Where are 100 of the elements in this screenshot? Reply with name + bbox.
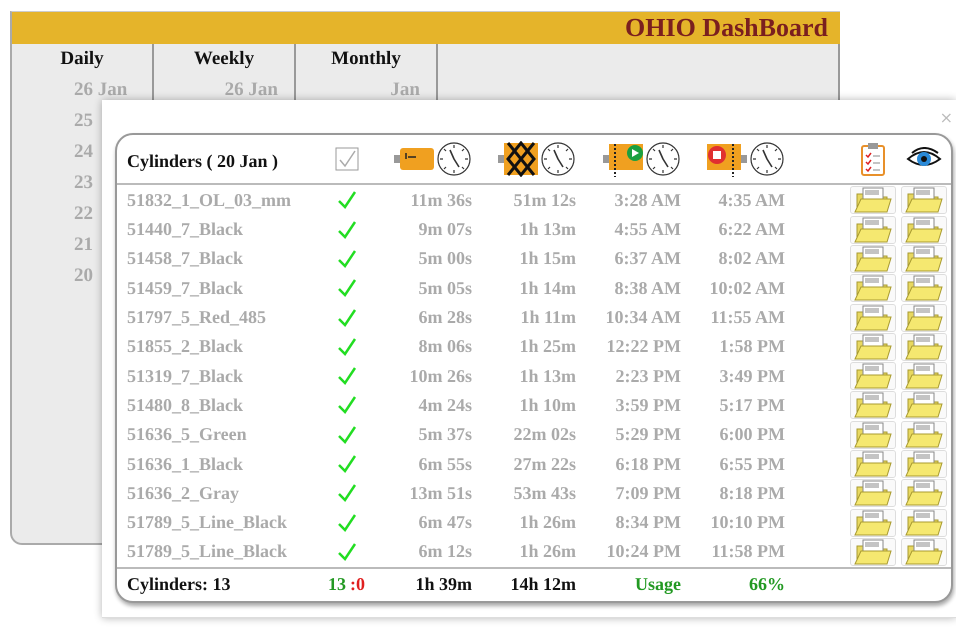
folder-icon <box>853 332 893 361</box>
table-cell-text: 5m 00s <box>418 248 472 270</box>
usage-value: 66% <box>748 574 785 596</box>
table-cell-text: 4:55 AM <box>614 219 681 240</box>
folder-icon <box>904 274 944 302</box>
table-cell-text: 4m 24s <box>418 394 472 416</box>
table-cell-text: 8m 06s <box>418 336 472 358</box>
folder-button[interactable] <box>850 391 896 420</box>
table-cell-text: 1h 14m <box>518 278 576 299</box>
period-heading[interactable]: Weekly <box>154 44 294 74</box>
table-cell-text: 11:58 PM <box>710 541 785 562</box>
table-cell-text: 51480_8_Black <box>127 394 244 416</box>
period-heading[interactable]: Monthly <box>296 44 436 74</box>
folder-button[interactable] <box>850 274 896 302</box>
table-cell-text: 51319_7_Black <box>127 366 244 387</box>
table-cell-text: 10:34 AM <box>604 307 681 328</box>
folder-icon <box>853 186 893 214</box>
folder-button[interactable] <box>850 362 896 390</box>
folder-icon <box>853 274 893 302</box>
folder-icon <box>853 450 893 478</box>
table-cell-text: 4:35 AM <box>718 190 785 211</box>
table-cell-text: 6m 28s <box>418 307 472 328</box>
failed-count: :0 <box>350 574 365 596</box>
table-cell-text: 11:55 AM <box>710 307 785 328</box>
folder-icon <box>853 362 893 390</box>
table-cell-text: 51789_5_Line_Black <box>127 512 288 534</box>
table-cell-text: 51832_1_OL_03_mm <box>127 190 292 211</box>
folder-icon <box>904 420 944 449</box>
folder-button[interactable] <box>901 332 947 361</box>
total-cell-text: 14h 12m <box>509 574 576 596</box>
folder-icon <box>904 216 944 244</box>
table-cell-text: 51797_5_Red_485 <box>127 307 267 328</box>
folder-icon <box>904 508 944 537</box>
folder-button[interactable] <box>850 216 896 244</box>
folder-button[interactable] <box>850 304 896 332</box>
table-cell-text: 6:37 AM <box>614 248 681 270</box>
table-cell-text: 1h 10m <box>518 394 576 416</box>
table-cell-text: 6:18 PM <box>614 454 681 475</box>
folder-button[interactable] <box>901 362 947 390</box>
table-cell-text: 5:17 PM <box>718 394 785 416</box>
table-cell-text: 3:28 AM <box>614 190 681 211</box>
folder-button[interactable] <box>901 304 947 332</box>
table-cell-text: 6m 55s <box>418 454 472 475</box>
folder-icon <box>853 391 893 420</box>
folder-button[interactable] <box>901 274 947 302</box>
table-cell-text: 22m 02s <box>512 424 576 446</box>
folder-icon <box>904 186 944 214</box>
checkbox[interactable] <box>334 146 358 171</box>
table-cell-text: 51636_2_Gray <box>127 482 240 504</box>
usage-label: Usage <box>634 574 681 596</box>
folder-button[interactable] <box>850 450 896 478</box>
folder-icon <box>853 304 893 332</box>
folder-button[interactable] <box>850 538 896 566</box>
table-cell-text: 27m 22s <box>512 454 576 475</box>
table-cell-text: 1h 25m <box>518 336 576 358</box>
folder-button[interactable] <box>850 508 896 537</box>
table-cell-text: 1h 26m <box>518 541 576 562</box>
table-cell-text: 9m 07s <box>418 219 472 240</box>
folder-icon <box>904 332 944 361</box>
folder-button[interactable] <box>901 508 947 537</box>
patterned-cylinder-clock-icon <box>498 140 576 177</box>
folder-icon <box>853 479 893 508</box>
folder-button[interactable] <box>901 538 947 566</box>
table-cell-text: 1h 26m <box>518 512 576 534</box>
table-cell-text: 6m 47s <box>418 512 472 534</box>
cylinder-stop-clock-icon <box>707 140 785 177</box>
table-cell-text: 1h 15m <box>518 248 576 270</box>
period-heading[interactable]: Daily <box>12 44 152 74</box>
folder-button[interactable] <box>850 186 896 214</box>
dashboard-title: OHIO DashBoard <box>625 13 828 43</box>
folder-button[interactable] <box>901 479 947 508</box>
table-cell-text: 1h 11m <box>519 307 576 328</box>
table-cell-text: 51855_2_Black <box>127 336 244 358</box>
folder-button[interactable] <box>901 244 947 273</box>
table-cell-text: 1:58 PM <box>718 336 785 358</box>
table-cell-text: 51440_7_Black <box>127 219 244 240</box>
folder-button[interactable] <box>901 186 947 214</box>
total-cell-text: 1h 39m <box>414 574 472 596</box>
folder-icon <box>904 391 944 420</box>
folder-icon <box>904 304 944 332</box>
folder-button[interactable] <box>850 332 896 361</box>
table-cell-text: 7:09 PM <box>614 482 681 504</box>
table-cell-text: 10:10 PM <box>710 512 785 534</box>
table-cell-text: 5m 37s <box>418 424 472 446</box>
folder-icon <box>853 216 893 244</box>
folder-icon <box>904 450 944 478</box>
folder-button[interactable] <box>901 391 947 420</box>
folder-button[interactable] <box>901 216 947 244</box>
close-button[interactable]: × <box>936 108 956 127</box>
folder-icon <box>853 508 893 537</box>
table-cell-text: 51636_5_Green <box>127 424 248 446</box>
folder-button[interactable] <box>901 420 947 449</box>
table-cell-text: 3:59 PM <box>614 394 681 416</box>
table-cell-text: 8:34 PM <box>614 512 681 534</box>
folder-button[interactable] <box>850 479 896 508</box>
folder-button[interactable] <box>850 420 896 449</box>
folder-button[interactable] <box>901 450 947 478</box>
cylinder-play-clock-icon <box>603 140 681 177</box>
folder-button[interactable] <box>850 244 896 273</box>
cylinder-count: Cylinders: 13 <box>127 574 232 596</box>
